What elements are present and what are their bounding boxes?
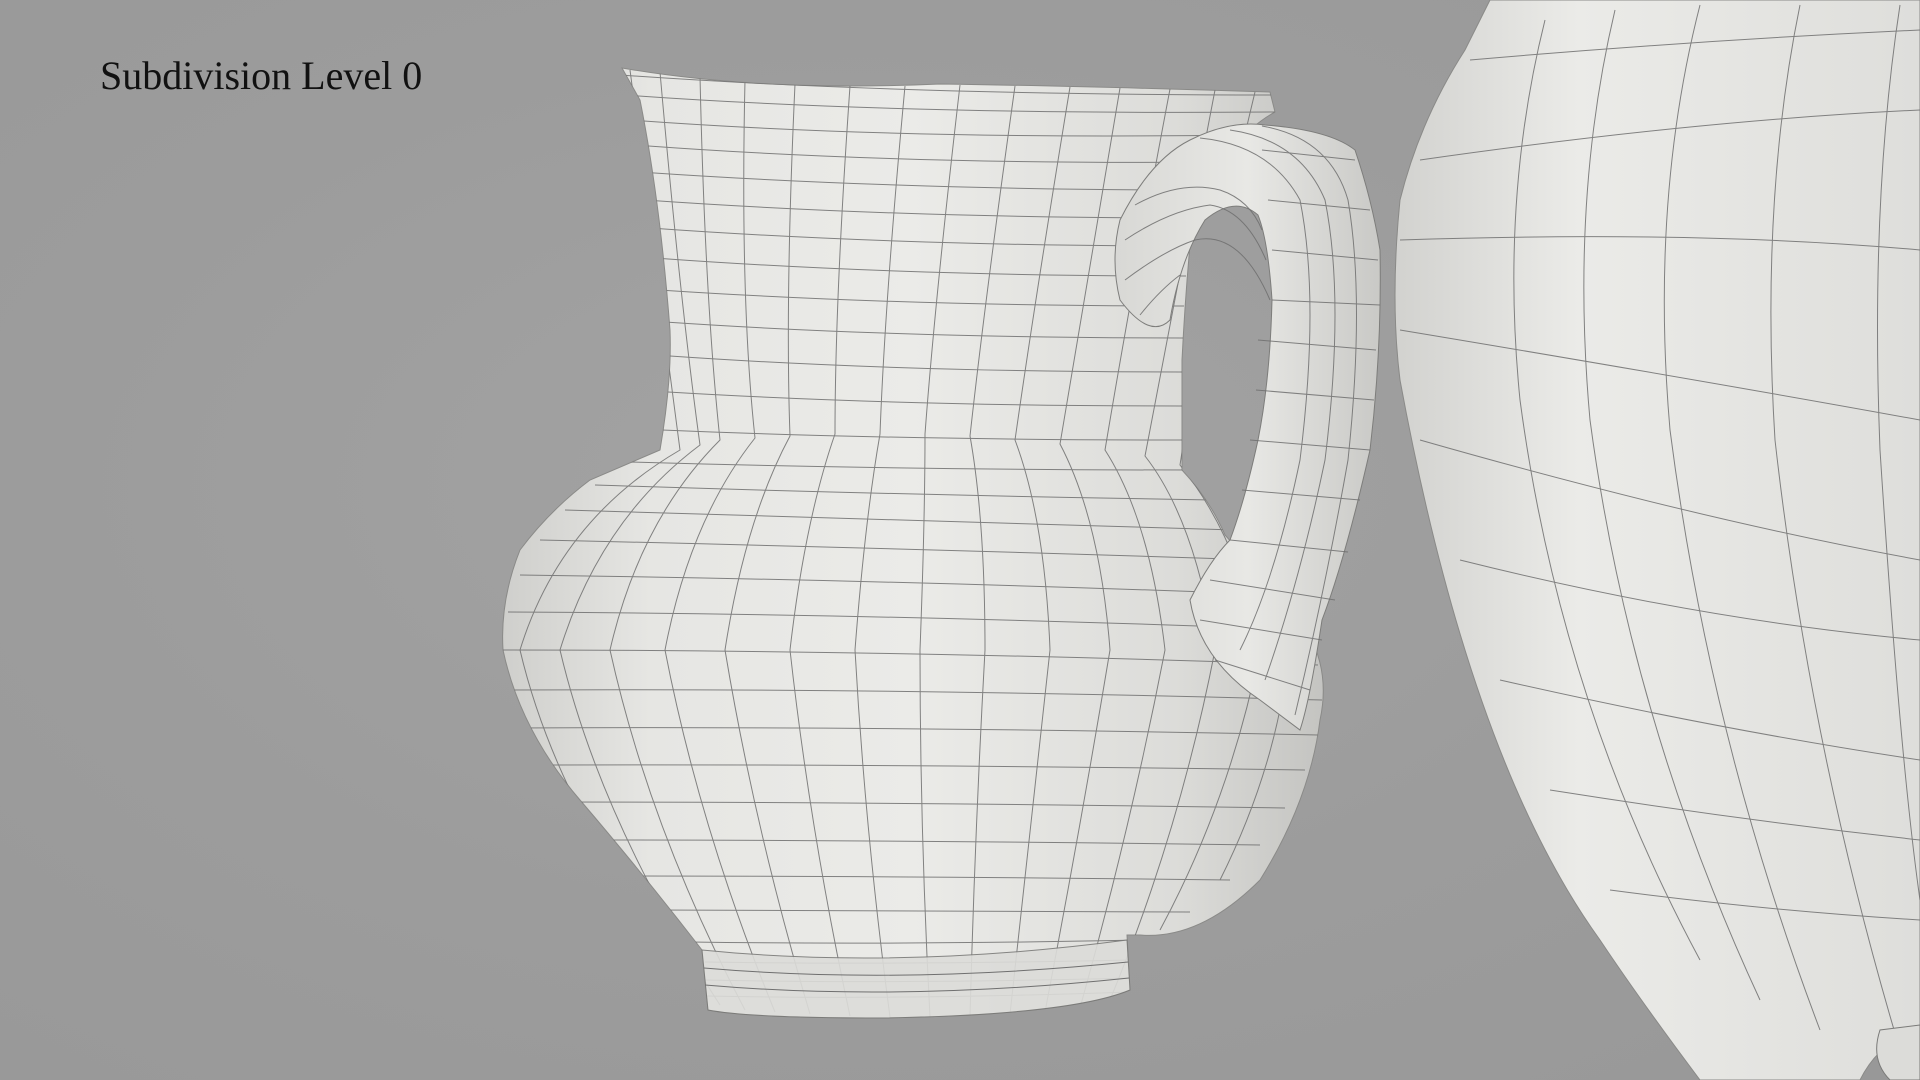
render-scene xyxy=(502,0,1920,1080)
subdivision-level-label: Subdivision Level 0 xyxy=(100,53,423,98)
render-viewport: Subdivision Level 0 xyxy=(0,0,1920,1080)
second-pitcher-mesh xyxy=(1394,0,1920,1080)
